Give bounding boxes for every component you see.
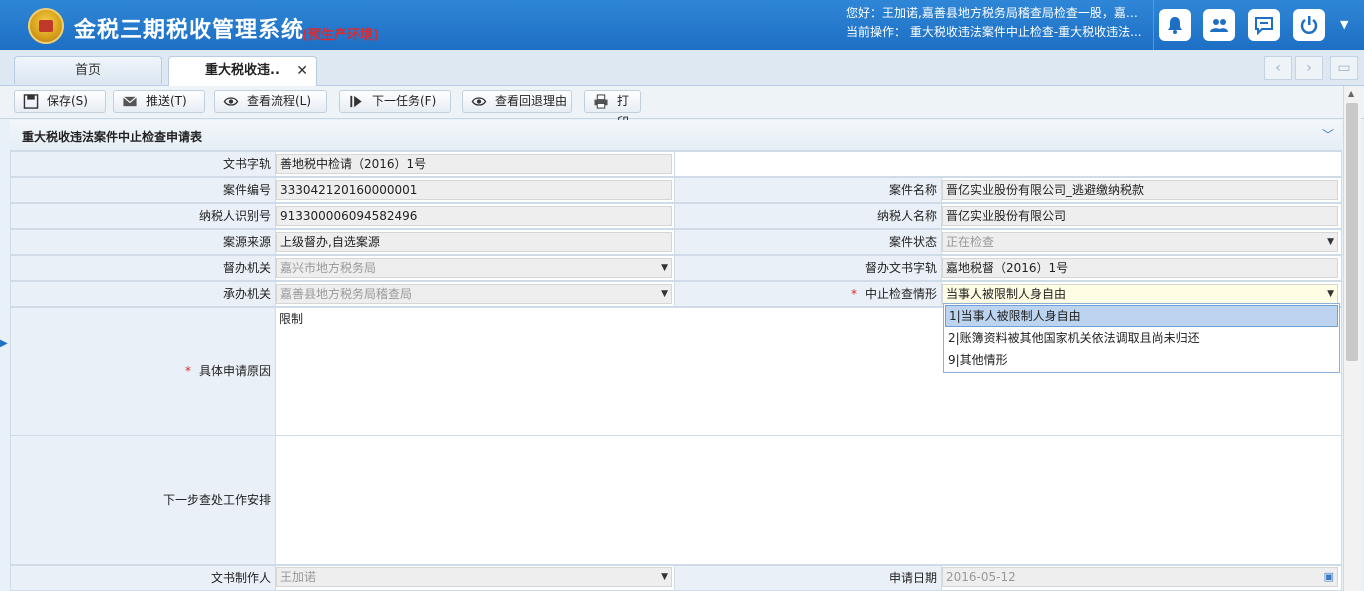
chevron-down-icon[interactable]: ▼ <box>1340 18 1348 31</box>
taxpayer-name-label: 纳税人名称 <box>674 203 942 229</box>
save-button[interactable]: 保存(S) <box>14 90 106 113</box>
case-no-field[interactable]: 333042120160000001 <box>276 180 672 200</box>
suspend-label-text: 中止检查情形 <box>864 287 937 301</box>
next-icon <box>350 95 362 108</box>
app-title: 金税三期税收管理系统 <box>74 18 305 43</box>
send-label: 推送(T) <box>146 94 187 108</box>
taxpayer-id-field[interactable]: 913300006094582496 <box>276 206 672 226</box>
case-name-field[interactable]: 晋亿实业股份有限公司_逃避缴纳税款 <box>942 180 1338 200</box>
supervise-org-value: 嘉兴市地方税务局 <box>280 261 377 275</box>
author-select[interactable]: 王加诺 ▼ <box>276 567 672 587</box>
apply-date-field[interactable]: 2016-05-12 ▣ <box>942 567 1338 587</box>
chevron-down-icon[interactable]: ▼ <box>661 285 668 303</box>
side-expand-handle[interactable]: ▶ <box>0 338 8 362</box>
next-task-label: 下一任务(F) <box>372 94 437 108</box>
doc-no-label: 文书字轨 <box>10 151 276 177</box>
reason-label-text: 具体申请原因 <box>198 364 271 378</box>
chevron-down-icon[interactable]: ▼ <box>661 568 668 586</box>
panel-header: 重大税收违法案件中止检查申请表 ﹀ <box>10 120 1342 151</box>
chevron-down-icon[interactable]: ▼ <box>1327 233 1334 251</box>
supervise-org-select[interactable]: 嘉兴市地方税务局 ▼ <box>276 258 672 278</box>
chevron-down-icon[interactable]: ▼ <box>1327 285 1334 303</box>
handle-org-select[interactable]: 嘉善县地方税务局稽查局 ▼ <box>276 284 672 304</box>
send-button[interactable]: 推送(T) <box>113 90 205 113</box>
apply-date-label: 申请日期 <box>674 565 942 591</box>
reason-label: * 具体申请原因 <box>10 307 276 436</box>
vertical-scrollbar[interactable]: ▲ <box>1343 86 1361 591</box>
view-flow-label: 查看流程(L) <box>247 94 312 108</box>
save-label: 保存(S) <box>47 94 88 108</box>
case-status-value: 正在检查 <box>946 235 995 249</box>
user-info: 您好：王加诺,嘉善县地方税务局稽查局检查一股，嘉善... 当前操作： 重大税收违… <box>846 4 1146 42</box>
case-no-label: 案件编号 <box>10 177 276 203</box>
tab-major-tax-case[interactable]: 重大税收违.. ✕ <box>168 56 317 86</box>
app-header: 金税三期税收管理系统 (预生产环境) 您好：王加诺,嘉善县地方税务局稽查局检查一… <box>0 0 1364 50</box>
users-icon[interactable] <box>1203 9 1235 41</box>
suspend-option-2[interactable]: 2|账簿资料被其他国家机关依法调取且尚未归还 <box>945 328 1338 350</box>
handle-org-value: 嘉善县地方税务局稽查局 <box>280 287 413 301</box>
required-mark: * <box>850 287 857 301</box>
view-return-reason-button[interactable]: 查看回退理由 <box>462 90 572 113</box>
view-flow-button[interactable]: 查看流程(L) <box>214 90 327 113</box>
suspend-situation-select[interactable]: 当事人被限制人身自由 ▼ <box>942 284 1338 304</box>
next-task-button[interactable]: 下一任务(F) <box>339 90 451 113</box>
greeting-text: 您好：王加诺,嘉善县地方税务局稽查局检查一股，嘉善... <box>846 6 1146 20</box>
suspend-option-9[interactable]: 9|其他情形 <box>945 350 1338 372</box>
close-icon[interactable]: ✕ <box>296 57 308 85</box>
case-status-label: 案件状态 <box>674 229 942 255</box>
printer-icon <box>594 94 608 109</box>
tab-bar: 首页 重大税收违.. ✕ <box>0 50 1364 86</box>
scroll-up-arrow[interactable]: ▲ <box>1348 89 1354 98</box>
view-return-label: 查看回退理由 <box>495 94 568 108</box>
empty-cell <box>674 151 1342 177</box>
chat-icon[interactable] <box>1248 9 1280 41</box>
header-divider <box>1153 0 1154 50</box>
tab-home[interactable]: 首页 <box>14 56 162 84</box>
tax-emblem-logo <box>28 8 64 44</box>
suspend-situation-label: * 中止检查情形 <box>674 281 942 307</box>
current-operation-text: 当前操作： 重大税收违法案件中止检查-重大税收违法... <box>846 25 1142 39</box>
eye-icon <box>471 97 487 106</box>
author-label: 文书制作人 <box>10 565 276 591</box>
suspend-option-1[interactable]: 1|当事人被限制人身自由 <box>945 305 1338 327</box>
suspend-options-dropdown: 1|当事人被限制人身自由 2|账簿资料被其他国家机关依法调取且尚未归还 9|其他… <box>943 303 1340 373</box>
tab-prev-button[interactable]: ‹ <box>1264 56 1292 80</box>
supervise-doc-field[interactable]: 嘉地税督（2016）1号 <box>942 258 1338 278</box>
eye-icon <box>223 97 239 106</box>
case-name-label: 案件名称 <box>674 177 942 203</box>
suspend-situation-value: 当事人被限制人身自由 <box>946 287 1067 301</box>
calendar-icon[interactable]: ▣ <box>1324 568 1334 586</box>
environment-tag: (预生产环境) <box>302 28 379 43</box>
handle-org-label: 承办机关 <box>10 281 276 307</box>
case-status-select[interactable]: 正在检查 ▼ <box>942 232 1338 252</box>
tab-label: 重大税收违.. <box>205 63 280 78</box>
next-step-label: 下一步查处工作安排 <box>10 435 276 565</box>
next-step-textarea[interactable] <box>275 435 1342 565</box>
tab-next-button[interactable]: › <box>1295 56 1323 80</box>
print-button[interactable]: 打印 <box>584 90 641 129</box>
author-value: 王加诺 <box>280 570 317 584</box>
taxpayer-name-field[interactable]: 晋亿实业股份有限公司 <box>942 206 1338 226</box>
case-source-field[interactable]: 上级督办,自选案源 <box>276 232 672 252</box>
case-source-label: 案源来源 <box>10 229 276 255</box>
power-icon[interactable] <box>1293 9 1325 41</box>
supervise-org-label: 督办机关 <box>10 255 276 281</box>
chevron-down-icon[interactable]: ﹀ <box>1322 126 1334 143</box>
supervise-doc-label: 督办文书字轨 <box>674 255 942 281</box>
toolbar: 保存(S) 推送(T) 查看流程(L) 下一任务(F) 查看回退理由 打印 <box>0 86 1364 129</box>
taxpayer-id-label: 纳税人识别号 <box>10 203 276 229</box>
chevron-down-icon[interactable]: ▼ <box>661 259 668 277</box>
save-icon <box>23 94 39 109</box>
envelope-icon <box>123 96 137 107</box>
window-icon[interactable]: ▭ <box>1330 56 1358 80</box>
scrollbar-thumb[interactable] <box>1346 103 1358 361</box>
apply-date-value: 2016-05-12 <box>946 570 1016 584</box>
form-title: 重大税收违法案件中止检查申请表 <box>22 130 203 144</box>
bell-icon[interactable] <box>1159 9 1191 41</box>
required-mark: * <box>184 364 191 378</box>
tab-label: 首页 <box>74 63 101 78</box>
doc-no-field[interactable]: 善地税中检请（2016）1号 <box>276 154 672 174</box>
